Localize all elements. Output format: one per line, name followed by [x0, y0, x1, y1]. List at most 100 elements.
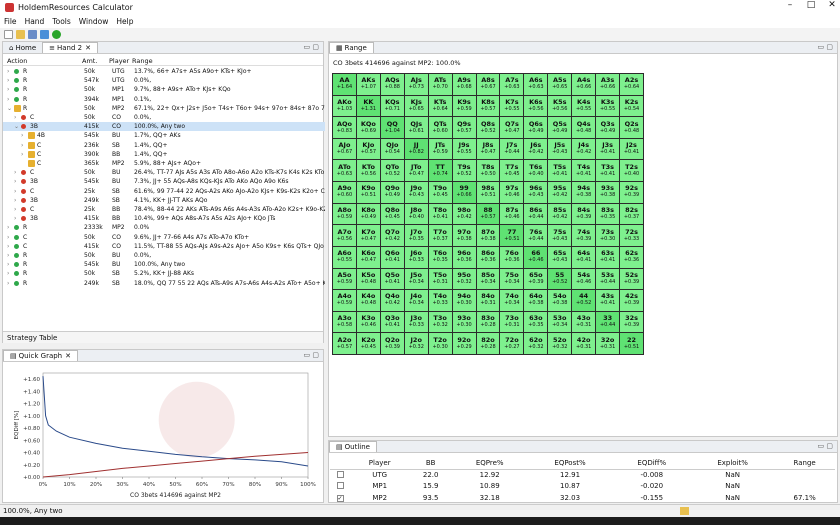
hand-cell[interactable]: K7s +0.55 — [500, 95, 524, 117]
header-action[interactable]: Action — [7, 57, 27, 65]
hand-cell[interactable]: A9o +0.60 — [333, 182, 356, 203]
hand-cell[interactable]: 76o +0.36 — [500, 246, 524, 268]
hand-cell[interactable]: KJs +0.65 — [404, 95, 428, 117]
hand-cell[interactable]: 83s +0.35 — [596, 203, 620, 225]
panel-controls[interactable]: ▭ ▢ — [818, 442, 833, 450]
hand-cell[interactable]: K6s +0.56 — [524, 95, 548, 117]
tab-quick-graph[interactable]: ▤ Quick Graph ✕ — [3, 350, 78, 361]
hand-cell[interactable]: Q6o +0.41 — [380, 246, 404, 268]
hand-cell[interactable]: 82s +0.37 — [620, 203, 643, 225]
hand-cell[interactable]: T8o +0.41 — [428, 203, 452, 225]
action-row[interactable]: › 3B 545k BU 7.3%, JJ+ 55 AQs-A8s KQs-KJs AT… — [3, 177, 325, 186]
hand-cell[interactable]: KJo +0.57 — [356, 138, 380, 160]
hand-cell[interactable]: 98s +0.51 — [476, 182, 500, 203]
expand-icon[interactable]: › — [14, 178, 20, 185]
action-row[interactable]: › 3B 415k BB 10.4%, 99+ AQs A8s-A7s A5s A2s … — [3, 214, 325, 223]
expand-icon[interactable]: › — [7, 261, 13, 268]
hand-cell[interactable]: 42o +0.31 — [572, 333, 596, 354]
hand-cell[interactable]: 22 +0.51 — [620, 333, 643, 354]
header-eqpost[interactable]: EQPost% — [527, 458, 613, 470]
hand-cell[interactable]: AKo +1.03 — [333, 95, 356, 117]
hand-cell[interactable]: 44 +0.52 — [572, 290, 596, 311]
hand-cell[interactable]: A3o +0.58 — [333, 311, 356, 333]
outline-row[interactable]: MP1 15.9 10.89 10.87 -0.020 NaN — [330, 481, 835, 493]
hand-cell[interactable]: K2o +0.45 — [356, 333, 380, 354]
panel-controls[interactable]: ▭ ▢ — [304, 351, 319, 359]
minimize-icon[interactable]: – — [783, 0, 797, 10]
hand-cell[interactable]: T5s +0.41 — [548, 160, 572, 182]
hand-cell[interactable]: JTo +0.47 — [404, 160, 428, 182]
hand-cell[interactable]: J9s +0.55 — [452, 138, 476, 160]
hand-cell[interactable]: J8s +0.47 — [476, 138, 500, 160]
hand-cell[interactable]: K9o +0.51 — [356, 182, 380, 203]
hand-cell[interactable]: 98o +0.42 — [452, 203, 476, 225]
hand-cell[interactable]: Q2o +0.39 — [380, 333, 404, 354]
expand-icon[interactable]: › — [21, 142, 27, 149]
hand-cell[interactable]: A5s +0.65 — [548, 74, 572, 95]
hand-cell[interactable]: 96o +0.36 — [452, 246, 476, 268]
hand-cell[interactable]: 53s +0.44 — [596, 268, 620, 290]
hand-cell[interactable]: 93s +0.38 — [596, 182, 620, 203]
hand-cell[interactable]: 75o +0.34 — [500, 268, 524, 290]
hand-cell[interactable]: 64o +0.38 — [524, 290, 548, 311]
hand-cell[interactable]: QJo +0.54 — [380, 138, 404, 160]
action-row[interactable]: › 3B 249k SB 4.1%, KK+ JJ-TT AKs AQo — [3, 196, 325, 205]
hand-cell[interactable]: 55 +0.52 — [548, 268, 572, 290]
hand-cell[interactable]: 32o +0.31 — [596, 333, 620, 354]
hand-cell[interactable]: Q4s +0.48 — [572, 117, 596, 138]
action-row[interactable]: › R 547k UTG 0.0%, — [3, 76, 325, 85]
hand-cell[interactable]: A3s +0.66 — [596, 74, 620, 95]
hand-cell[interactable]: A9s +0.68 — [452, 74, 476, 95]
expand-icon[interactable]: › — [7, 280, 13, 287]
hand-cell[interactable]: ATs +0.70 — [428, 74, 452, 95]
hand-cell[interactable]: T2s +0.40 — [620, 160, 643, 182]
hand-cell[interactable]: T3o +0.32 — [428, 311, 452, 333]
hand-cell[interactable]: 52o +0.32 — [548, 333, 572, 354]
hand-cell[interactable]: A6s +0.63 — [524, 74, 548, 95]
hand-cell[interactable]: 85o +0.34 — [476, 268, 500, 290]
hand-cell[interactable]: J5s +0.43 — [548, 138, 572, 160]
expand-icon[interactable]: › — [7, 270, 13, 277]
hand-cell[interactable]: T9s +0.52 — [452, 160, 476, 182]
action-row[interactable]: › C 415k CO 11.5%, TT-88 55 AQs-AJs A9s-A2s … — [3, 242, 325, 251]
hand-cell[interactable]: 72o +0.27 — [500, 333, 524, 354]
hand-cell[interactable]: T7o +0.37 — [428, 225, 452, 246]
hand-cell[interactable]: 95o +0.32 — [452, 268, 476, 290]
hand-cell[interactable]: T6s +0.40 — [524, 160, 548, 182]
action-row[interactable]: › C 50k CO 0.0%, — [3, 113, 325, 122]
action-row[interactable]: › R 249k SB 18.0%, QQ 77 55 22 AQs ATs-A9s A… — [3, 279, 325, 288]
expand-icon[interactable]: › — [7, 224, 13, 231]
action-row[interactable]: › R 545k BU 100.0%, Any two — [3, 260, 325, 269]
expand-icon[interactable]: › — [14, 169, 20, 176]
header-range[interactable]: Range — [774, 458, 835, 470]
hand-cell[interactable]: Q9o +0.49 — [380, 182, 404, 203]
hand-cell[interactable]: JTs +0.59 — [428, 138, 452, 160]
row-checkbox[interactable] — [336, 470, 344, 478]
run-icon[interactable] — [52, 30, 61, 39]
hand-cell[interactable]: J6s +0.42 — [524, 138, 548, 160]
header-amt[interactable]: Amt. — [82, 57, 97, 65]
menu-file[interactable]: File — [0, 17, 21, 26]
hand-cell[interactable]: 73s +0.30 — [596, 225, 620, 246]
hand-cell[interactable]: Q6s +0.49 — [524, 117, 548, 138]
action-row[interactable]: › R 394k MP1 0.1%, — [3, 95, 325, 104]
maximize-icon[interactable]: □ — [804, 0, 818, 10]
hand-cell[interactable]: 74s +0.39 — [572, 225, 596, 246]
hand-cell[interactable]: QTs +0.60 — [428, 117, 452, 138]
hand-cell[interactable]: T4s +0.41 — [572, 160, 596, 182]
hand-cell[interactable]: QQ +1.04 — [380, 117, 404, 138]
hand-cell[interactable]: K3s +0.55 — [596, 95, 620, 117]
hand-cell[interactable]: 65s +0.43 — [548, 246, 572, 268]
hand-cell[interactable]: JJ +0.82 — [404, 138, 428, 160]
action-row[interactable]: › R 50k MP1 9.7%, 88+ A9s+ ATo+ KJs+ KQo — [3, 85, 325, 94]
hand-cell[interactable]: T7s +0.45 — [500, 160, 524, 182]
action-row[interactable]: › C 236k SB 1.4%, QQ+ — [3, 141, 325, 150]
hand-cell[interactable]: 82o +0.28 — [476, 333, 500, 354]
action-row[interactable]: › R 50k SB 5.2%, KK+ JJ-88 AKs — [3, 269, 325, 278]
expand-icon[interactable]: › — [7, 77, 13, 84]
hand-cell[interactable]: Q8s +0.52 — [476, 117, 500, 138]
hand-cell[interactable]: 92o +0.29 — [452, 333, 476, 354]
action-row[interactable]: › C 50k CO 9.6%, JJ+ 77-66 A4s A7s ATo-A7o K… — [3, 233, 325, 242]
expand-icon[interactable]: › — [21, 132, 27, 139]
open-folder-icon[interactable] — [16, 30, 25, 39]
